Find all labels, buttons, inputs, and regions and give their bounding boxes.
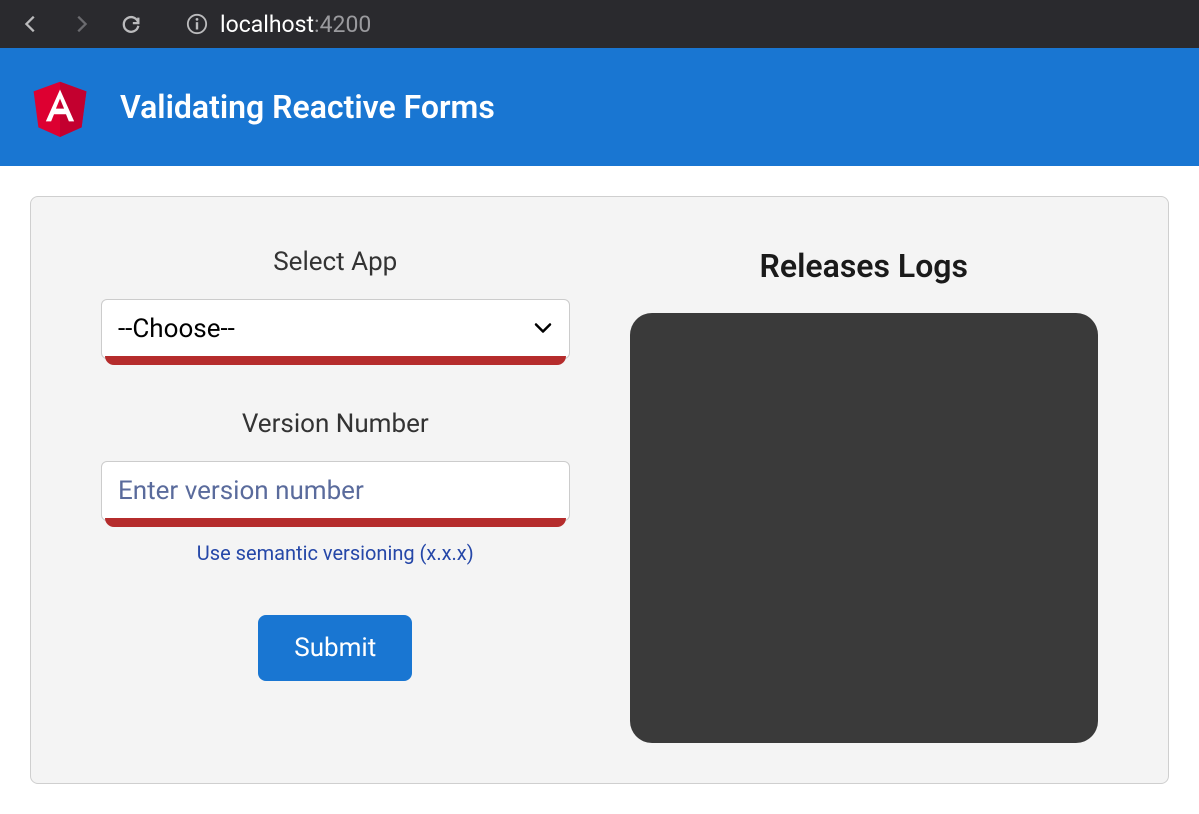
site-info-icon[interactable] bbox=[186, 13, 208, 35]
version-invalid-indicator bbox=[105, 518, 566, 527]
page-title: Validating Reactive Forms bbox=[120, 88, 495, 126]
select-app-dropdown[interactable]: --Choose-- bbox=[101, 299, 570, 359]
browser-toolbar: localhost:4200 bbox=[0, 0, 1199, 48]
main-card: Select App --Choose-- Version Number Use… bbox=[30, 196, 1169, 784]
version-hint: Use semantic versioning (x.x.x) bbox=[197, 541, 474, 565]
version-number-input[interactable] bbox=[101, 461, 570, 521]
version-number-label: Version Number bbox=[242, 409, 429, 439]
submit-button[interactable]: Submit bbox=[258, 615, 412, 681]
reload-button[interactable] bbox=[120, 13, 142, 35]
back-button[interactable] bbox=[20, 13, 42, 35]
nav-controls bbox=[20, 13, 142, 35]
url-port: :4200 bbox=[314, 11, 371, 38]
logs-column: Releases Logs bbox=[630, 247, 1099, 743]
content-area: Select App --Choose-- Version Number Use… bbox=[0, 166, 1199, 814]
version-group: Use semantic versioning (x.x.x) bbox=[101, 461, 570, 565]
logs-title: Releases Logs bbox=[760, 247, 968, 285]
select-app-label: Select App bbox=[273, 247, 397, 277]
url-host: localhost bbox=[220, 11, 314, 38]
version-input-wrapper bbox=[101, 461, 570, 521]
angular-logo-icon bbox=[30, 75, 90, 139]
select-app-invalid-indicator bbox=[105, 356, 566, 365]
form-column: Select App --Choose-- Version Number Use… bbox=[101, 247, 570, 743]
forward-button[interactable] bbox=[70, 13, 92, 35]
logs-panel bbox=[630, 313, 1099, 743]
url-display: localhost:4200 bbox=[220, 11, 371, 38]
select-app-wrapper: --Choose-- bbox=[101, 299, 570, 359]
app-header: Validating Reactive Forms bbox=[0, 48, 1199, 166]
address-bar[interactable]: localhost:4200 bbox=[186, 11, 371, 38]
